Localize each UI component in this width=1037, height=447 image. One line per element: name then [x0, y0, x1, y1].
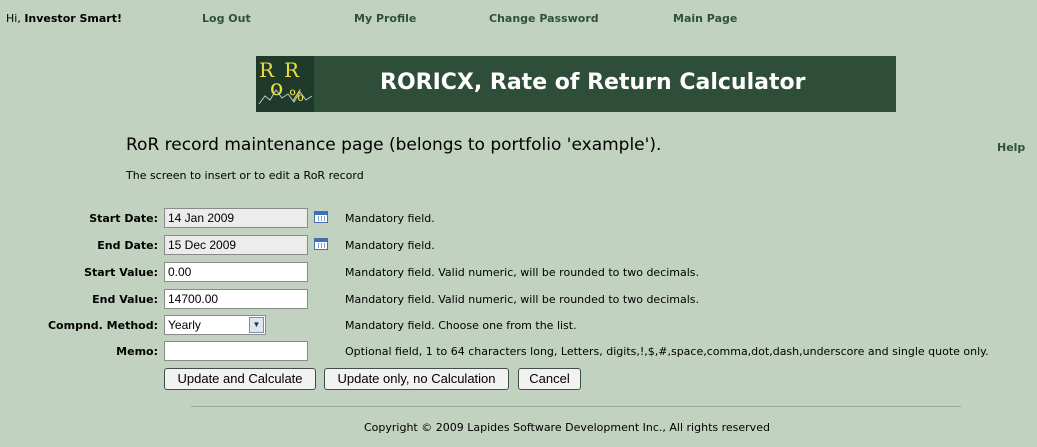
memo-label: Memo:: [116, 345, 158, 358]
memo-field[interactable]: [164, 341, 308, 361]
nav-main-page-link[interactable]: Main Page: [673, 12, 737, 25]
help-link[interactable]: Help: [997, 141, 1025, 154]
banner-title: RORICX, Rate of Return Calculator: [380, 70, 806, 95]
cancel-button[interactable]: Cancel: [518, 368, 581, 390]
greeting: Hi, Investor Smart!: [6, 12, 122, 25]
banner: RR o% RORICX, Rate of Return Calculator: [256, 56, 896, 112]
copyright-text: Copyright © 2009 Lapides Software Develo…: [364, 421, 770, 434]
end-date-note: Mandatory field.: [345, 239, 435, 252]
method-select[interactable]: Yearly ▼: [164, 315, 266, 335]
end-value-field[interactable]: 14700.00: [164, 289, 308, 309]
start-date-note: Mandatory field.: [345, 212, 435, 225]
start-value-field[interactable]: 0.00: [164, 262, 308, 282]
nav-change-password-link[interactable]: Change Password: [489, 12, 599, 25]
calendar-icon[interactable]: [314, 238, 328, 250]
greeting-prefix: Hi,: [6, 12, 21, 25]
end-value-label: End Value:: [92, 293, 158, 306]
ror-logo: RR o%: [256, 56, 314, 112]
memo-note: Optional field, 1 to 64 characters long,…: [345, 345, 989, 358]
method-note: Mandatory field. Choose one from the lis…: [345, 319, 577, 332]
end-date-field[interactable]: 15 Dec 2009: [164, 235, 308, 255]
end-value-note: Mandatory field. Valid numeric, will be …: [345, 293, 700, 306]
update-only-button[interactable]: Update only, no Calculation: [324, 368, 509, 390]
footer-divider: [191, 406, 961, 407]
nav-my-profile-link[interactable]: My Profile: [354, 12, 416, 25]
start-date-field[interactable]: 14 Jan 2009: [164, 208, 308, 228]
page-subtitle: The screen to insert or to edit a RoR re…: [126, 169, 364, 182]
method-selected-value: Yearly: [168, 318, 201, 332]
user-name: Investor Smart!: [24, 12, 123, 25]
chevron-down-icon[interactable]: ▼: [249, 317, 264, 333]
start-value-label: Start Value:: [84, 266, 158, 279]
calendar-icon[interactable]: [314, 211, 328, 223]
start-date-label: Start Date:: [89, 212, 158, 225]
page-title: RoR record maintenance page (belongs to …: [126, 135, 662, 155]
start-value-note: Mandatory field. Valid numeric, will be …: [345, 266, 700, 279]
method-label: Compnd. Method:: [47, 319, 158, 332]
nav-logout-link[interactable]: Log Out: [202, 12, 251, 25]
update-and-calculate-button[interactable]: Update and Calculate: [164, 368, 316, 390]
end-date-label: End Date:: [97, 239, 158, 252]
